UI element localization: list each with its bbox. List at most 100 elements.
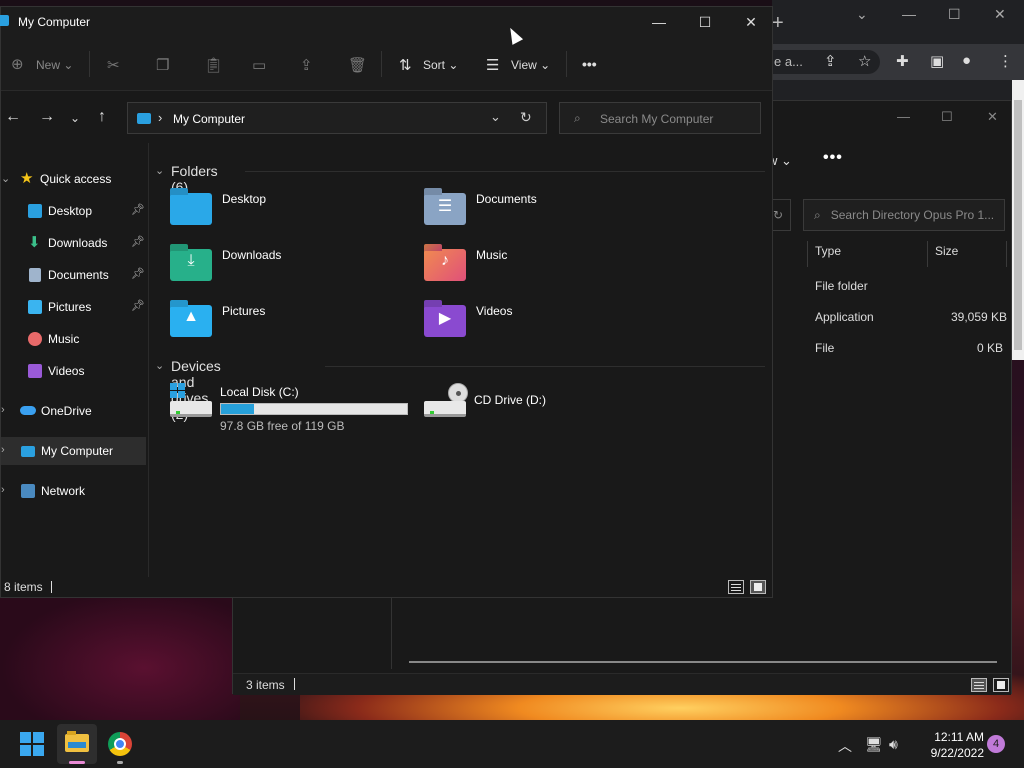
forward-icon[interactable]: →	[39, 108, 55, 126]
chevron-up-icon[interactable]: ︿	[838, 736, 852, 756]
separator	[381, 51, 382, 77]
notification-badge[interactable]: 4	[987, 735, 1005, 753]
folder-pictures[interactable]: ▲ Pictures	[170, 299, 410, 347]
profile-icon[interactable]: ●	[962, 52, 971, 69]
folder-music[interactable]: ♪ Music	[424, 243, 664, 291]
sidebar-item-pictures[interactable]: Pictures 📌︎	[1, 293, 146, 321]
minimize-icon[interactable]: —	[897, 109, 910, 124]
share-icon[interactable]: ⇪	[300, 56, 313, 74]
chevron-down-icon[interactable]: ⌄	[155, 359, 164, 372]
details-view-button[interactable]	[971, 678, 987, 692]
pin-icon[interactable]: 📌︎	[131, 267, 145, 280]
bookmark-star-icon[interactable]: ☆	[858, 52, 871, 70]
cut-icon[interactable]: ✂	[107, 56, 120, 74]
column-separator[interactable]	[1006, 241, 1007, 267]
folder-desktop[interactable]: Desktop	[170, 187, 410, 235]
sidebar-item-onedrive[interactable]: › OneDrive	[1, 397, 146, 425]
minimize-button[interactable]: —	[636, 7, 682, 37]
more-options-button[interactable]: •••	[823, 149, 843, 167]
scrollbar-thumb[interactable]	[1014, 100, 1022, 350]
tab-search-icon[interactable]: ⌄	[856, 6, 868, 23]
extensions-icon[interactable]: ✚	[896, 52, 909, 70]
large-icons-view-button[interactable]	[993, 678, 1009, 692]
search-input[interactable]: ⌕ Search My Computer	[559, 102, 761, 134]
view-button[interactable]: View ⌄	[511, 58, 550, 72]
side-panel-icon[interactable]: ▣	[930, 52, 944, 70]
download-icon: ⬇	[28, 234, 41, 251]
sidebar-item-music[interactable]: Music	[1, 325, 146, 353]
delete-icon[interactable]: 🗑︎	[348, 56, 367, 74]
column-separator[interactable]	[927, 241, 928, 267]
details-view-button[interactable]	[728, 580, 744, 594]
column-header-size[interactable]: Size	[935, 244, 958, 258]
title-bar[interactable]: My Computer — ☐ ✕	[0, 7, 774, 37]
large-icons-view-button[interactable]	[750, 580, 766, 594]
sort-icon[interactable]: ⇅	[399, 56, 412, 74]
up-icon[interactable]: ↑	[98, 108, 106, 126]
pane-divider[interactable]	[391, 597, 392, 669]
row-size[interactable]: 39,059 KB	[951, 310, 1007, 324]
maximize-icon[interactable]: ☐	[948, 6, 961, 23]
sidebar-item-desktop[interactable]: Desktop 📌︎	[1, 197, 146, 225]
sort-button[interactable]: Sort ⌄	[423, 58, 458, 72]
copy-icon[interactable]: ❐	[156, 56, 169, 74]
recent-locations-icon[interactable]: ⌄	[70, 111, 80, 125]
see-more-button[interactable]: •••	[582, 56, 597, 72]
view-icon[interactable]: ☰	[486, 56, 499, 74]
chevron-right-icon[interactable]: ›	[1, 404, 5, 416]
chevron-down-icon[interactable]: ⌄	[490, 109, 501, 125]
new-button[interactable]: New ⌄	[36, 58, 73, 72]
opus-search-input[interactable]: ⌕ Search Directory Opus Pro 1...	[803, 199, 1005, 231]
taskbar-file-explorer[interactable]	[57, 724, 97, 764]
chrome-scrollbar[interactable]	[1012, 80, 1024, 360]
share-icon[interactable]: ⇪	[824, 52, 837, 70]
paste-icon[interactable]: 📋︎	[204, 56, 223, 74]
sidebar-item-documents[interactable]: Documents 📌︎	[1, 261, 146, 289]
row-type[interactable]: Application	[815, 310, 874, 324]
refresh-icon[interactable]: ↻	[773, 199, 791, 231]
folder-downloads[interactable]: ⤓ Downloads	[170, 243, 410, 291]
folder-videos[interactable]: ▶ Videos	[424, 299, 664, 347]
sidebar-item-videos[interactable]: Videos	[1, 357, 146, 385]
pin-icon[interactable]: 📌︎	[131, 299, 145, 312]
drive-cd-d[interactable]: CD Drive (D:)	[424, 381, 674, 429]
folder-documents[interactable]: ☰ Documents	[424, 187, 664, 235]
column-header-type[interactable]: Type	[815, 244, 841, 258]
chevron-down-icon[interactable]: ⌄	[1, 172, 10, 185]
horizontal-scrollbar[interactable]	[409, 661, 997, 663]
close-icon[interactable]: ✕	[994, 6, 1006, 23]
maximize-button[interactable]: ☐	[682, 7, 728, 37]
sidebar-item-network[interactable]: › Network	[1, 477, 146, 505]
refresh-icon[interactable]: ↻	[520, 109, 532, 126]
sidebar-item-my-computer[interactable]: › My Computer	[1, 437, 146, 465]
start-button[interactable]	[20, 732, 44, 756]
play-icon: ▶	[438, 310, 452, 327]
address-text[interactable]: My Computer	[173, 112, 245, 126]
chevron-right-icon[interactable]: ›	[1, 444, 5, 456]
chrome-menu-icon[interactable]: ⋮	[998, 52, 1013, 70]
back-icon[interactable]: ←	[5, 108, 21, 126]
sidebar-item-downloads[interactable]: ⬇ Downloads 📌︎	[1, 229, 146, 257]
chevron-right-icon[interactable]: ›	[158, 110, 162, 125]
volume-icon[interactable]: 🔊︎	[889, 736, 898, 753]
chevron-down-icon[interactable]: ⌄	[155, 164, 164, 177]
sidebar-item-quick-access[interactable]: ⌄ ★ Quick access	[1, 165, 146, 193]
taskbar-chrome[interactable]	[100, 724, 140, 764]
close-icon[interactable]: ✕	[987, 109, 998, 125]
network-icon[interactable]: 🖥︎	[865, 736, 883, 753]
minimize-icon[interactable]: —	[902, 6, 916, 22]
row-type[interactable]: File folder	[815, 279, 868, 293]
row-type[interactable]: File	[815, 341, 834, 355]
maximize-icon[interactable]: ☐	[941, 109, 953, 125]
close-button[interactable]: ✕	[728, 7, 774, 37]
column-separator[interactable]	[807, 241, 808, 267]
rename-icon[interactable]: ▭	[252, 56, 266, 74]
address-bar[interactable]: › My Computer ⌄ ↻	[127, 102, 547, 134]
chevron-right-icon[interactable]: ›	[1, 484, 5, 496]
drive-local-disk-c[interactable]: Local Disk (C:) 97.8 GB free of 119 GB	[170, 381, 420, 433]
pin-icon[interactable]: 📌︎	[131, 203, 145, 216]
new-icon[interactable]: ⊕	[11, 55, 24, 73]
row-size[interactable]: 0 KB	[977, 341, 1003, 355]
pin-icon[interactable]: 📌︎	[131, 235, 145, 248]
clock[interactable]: 12:11 AM 9/22/2022	[912, 729, 984, 761]
